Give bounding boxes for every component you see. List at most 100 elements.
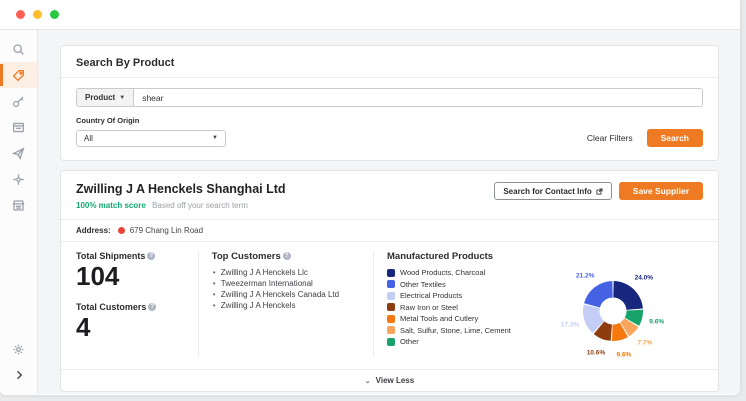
country-selected-value: All [84, 134, 93, 143]
main-content: Search By Product Product ▼ Country Of O… [38, 30, 740, 394]
contact-button-label: Search for Contact Info [503, 187, 591, 196]
supplier-result-card: Zwilling J A Henckels Shanghai Ltd 100% … [60, 170, 719, 392]
top-customers-column: Top Customers? Zwilling J A Henckels Llc… [199, 251, 374, 357]
chevron-down-icon: ▼ [119, 95, 125, 101]
total-customers-label: Total Customers? [76, 302, 188, 312]
sidebar-item-tracking[interactable] [0, 166, 37, 192]
send-icon [12, 147, 25, 160]
close-window-button[interactable] [16, 10, 25, 19]
info-icon[interactable]: ? [147, 252, 155, 260]
tag-icon [12, 69, 25, 82]
top-customer-item[interactable]: Zwilling J A Henckels Llc [212, 267, 363, 278]
legend-item: Raw Iron or Steel [387, 302, 535, 314]
legend-swatch [387, 326, 395, 334]
search-icon [12, 43, 25, 56]
sidebar-item-search[interactable] [0, 36, 37, 62]
search-panel-title: Search By Product [61, 57, 718, 78]
storefront-icon [12, 199, 25, 212]
crosshair-icon [12, 173, 25, 186]
address-label: Address: [76, 226, 111, 235]
search-type-value: Product [85, 93, 115, 102]
address-value: 679 Chang Lin Road [130, 226, 203, 235]
info-icon[interactable]: ? [148, 303, 156, 311]
legend-label: Electrical Products [400, 291, 462, 300]
donut-slice[interactable] [613, 281, 643, 310]
donut-slice[interactable] [584, 281, 613, 308]
view-less-toggle[interactable]: ⌄ View Less [61, 369, 718, 391]
top-customer-item[interactable]: Zwilling J A Henckels [212, 300, 363, 311]
chevron-icon: ⌄ [365, 377, 371, 385]
total-shipments-value: 104 [76, 263, 188, 290]
search-type-dropdown[interactable]: Product ▼ [77, 89, 134, 106]
sidebar-item-outreach[interactable] [0, 140, 37, 166]
donut-percent-label: 10.6% [587, 349, 605, 356]
titlebar [0, 0, 740, 30]
supplier-name: Zwilling J A Henckels Shanghai Ltd [76, 182, 286, 196]
external-link-icon [596, 188, 603, 195]
zoom-window-button[interactable] [50, 10, 59, 19]
legend-item: Other Textiles [387, 279, 535, 291]
legend-item: Metal Tools and Cutlery [387, 313, 535, 325]
top-customers-label: Top Customers? [212, 251, 363, 262]
legend-swatch [387, 292, 395, 300]
minimize-window-button[interactable] [33, 10, 42, 19]
gear-icon [12, 343, 25, 356]
donut-percent-label: 7.7% [637, 339, 652, 346]
legend-label: Salt, Sulfur, Stone, Lime, Cement [400, 326, 511, 335]
sidebar-spacer [0, 218, 37, 336]
save-supplier-button[interactable]: Save Supplier [619, 182, 703, 200]
legend-swatch [387, 280, 395, 288]
info-icon[interactable]: ? [283, 252, 291, 260]
totals-column: Total Shipments? 104 Total Customers? 4 [76, 251, 199, 357]
products-donut-chart: 24.0%9.6%7.7%9.6%10.6%17.3%21.2% [535, 263, 703, 357]
total-customers-value: 4 [76, 314, 188, 341]
sidebar-item-records[interactable] [0, 114, 37, 140]
legend-item: Electrical Products [387, 290, 535, 302]
country-of-origin-select[interactable]: All ▼ [76, 130, 226, 147]
donut-percent-label: 21.2% [576, 272, 594, 279]
sidebar-item-settings[interactable] [0, 336, 37, 362]
legend-label: Other Textiles [400, 280, 446, 289]
chevron-down-icon: ▼ [212, 135, 218, 141]
donut-percent-label: 9.6% [616, 351, 631, 358]
clear-filters-link[interactable]: Clear Filters [587, 133, 633, 143]
manufactured-products-label: Manufactured Products [387, 251, 703, 262]
top-customer-item[interactable]: Zwilling J A Henckels Canada Ltd [212, 289, 363, 300]
top-customer-item[interactable]: Tweezerman International [212, 278, 363, 289]
legend-swatch [387, 303, 395, 311]
legend-label: Raw Iron or Steel [400, 303, 458, 312]
sidebar-item-tools[interactable] [0, 88, 37, 114]
top-customers-list: Zwilling J A Henckels LlcTweezerman Inte… [212, 267, 363, 311]
match-score: 100% match score [76, 201, 146, 210]
app-window: Search By Product Product ▼ Country Of O… [0, 0, 740, 395]
search-button[interactable]: Search [647, 129, 703, 147]
view-less-label: View Less [376, 376, 415, 385]
legend-label: Metal Tools and Cutlery [400, 314, 478, 323]
donut-percent-label: 24.0% [635, 275, 653, 282]
product-search-input[interactable] [134, 89, 702, 106]
legend-item: Wood Products, Charcoal [387, 267, 535, 279]
sidebar-collapse-toggle[interactable] [0, 362, 37, 388]
product-search-combo: Product ▼ [76, 88, 703, 107]
match-score-note: Based off your search term [152, 201, 248, 210]
legend-item: Other [387, 336, 535, 348]
country-of-origin-label: Country Of Origin [76, 116, 703, 125]
legend-swatch [387, 338, 395, 346]
products-legend: Wood Products, Charcoal Other Textiles Ele… [387, 267, 535, 357]
browser-window-icon [12, 121, 25, 134]
manufactured-products-column: Manufactured Products Wood Products, Cha… [374, 251, 703, 357]
map-pin-icon [118, 227, 125, 234]
sidebar-item-suppliers[interactable] [0, 62, 37, 88]
search-by-product-panel: Search By Product Product ▼ Country Of O… [60, 45, 719, 161]
donut-svg [535, 263, 703, 357]
legend-swatch [387, 269, 395, 277]
donut-percent-label: 9.6% [649, 318, 664, 325]
legend-label: Wood Products, Charcoal [400, 268, 485, 277]
search-contact-info-button[interactable]: Search for Contact Info [494, 182, 611, 200]
sidebar [0, 30, 38, 394]
legend-label: Other [400, 337, 419, 346]
key-icon [12, 95, 25, 108]
legend-swatch [387, 315, 395, 323]
chevron-right-icon [13, 369, 25, 381]
sidebar-item-marketplace[interactable] [0, 192, 37, 218]
